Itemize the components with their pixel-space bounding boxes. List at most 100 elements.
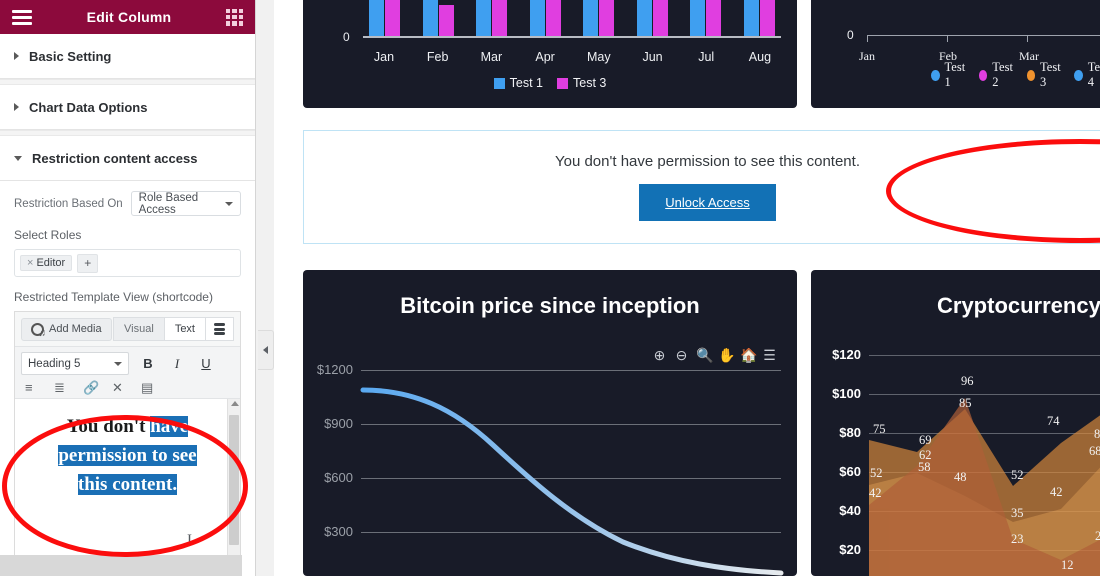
legend-item-test3[interactable]: Test 3 bbox=[1026, 60, 1064, 90]
bold-button[interactable]: B bbox=[138, 356, 158, 371]
data-label: 25 bbox=[1095, 529, 1100, 543]
text-cursor-icon: I bbox=[187, 532, 192, 548]
restricted-content-banner: You don't have permission to see this co… bbox=[303, 130, 1100, 244]
bar-group bbox=[743, 0, 775, 36]
format-select[interactable]: Heading 5 bbox=[21, 352, 129, 375]
permission-message: You don't have permission to see this co… bbox=[554, 153, 860, 170]
accordion-basic-setting[interactable]: Basic Setting bbox=[0, 34, 255, 79]
y-tick-0: 0 bbox=[847, 28, 854, 42]
restriction-based-on-row: Restriction Based On Role Based Access bbox=[14, 191, 241, 216]
numbered-list-icon[interactable]: ≣ bbox=[54, 380, 69, 395]
data-label: 35 bbox=[1011, 506, 1024, 520]
select-roles-label: Select Roles bbox=[14, 228, 82, 242]
bar-group bbox=[422, 0, 454, 36]
role-tag-editor[interactable]: × Editor bbox=[20, 255, 73, 271]
chevron-down-icon bbox=[114, 361, 122, 366]
bar-chart-axis bbox=[363, 36, 781, 38]
remove-tag-icon[interactable]: × bbox=[27, 257, 33, 269]
x-tick-aug: Aug bbox=[748, 50, 772, 64]
sidebar-header: Edit Column bbox=[0, 0, 255, 34]
data-label: 74 bbox=[1047, 414, 1060, 428]
editor-content-area[interactable]: You don't have permission to see this co… bbox=[15, 398, 240, 576]
y-tick-0: 0 bbox=[343, 30, 350, 44]
data-label: 96 bbox=[961, 374, 974, 388]
grid-apps-icon[interactable] bbox=[225, 8, 243, 26]
accordion-restriction-content-access[interactable]: Restriction content access bbox=[0, 136, 255, 181]
data-label: 48 bbox=[954, 470, 967, 484]
legend-item-test1[interactable]: Test 1 bbox=[931, 60, 968, 90]
edit-column-sidebar: Edit Column Basic Setting Chart Data Opt… bbox=[0, 0, 256, 576]
legend-item-test3[interactable]: Test 3 bbox=[557, 76, 606, 90]
unlock-access-button[interactable]: Unlock Access bbox=[639, 184, 776, 221]
scroll-up-icon[interactable] bbox=[231, 401, 239, 406]
accordion-label: Chart Data Options bbox=[29, 99, 148, 115]
editor-scrollbar[interactable] bbox=[227, 399, 240, 576]
list-view-icon[interactable] bbox=[205, 317, 234, 341]
hamburger-icon[interactable] bbox=[12, 9, 32, 25]
legend-dot-icon bbox=[1026, 69, 1036, 81]
insert-more-icon[interactable]: ✕ bbox=[112, 380, 127, 395]
accordion-label: Restriction content access bbox=[32, 150, 198, 166]
data-label: 42 bbox=[1050, 485, 1063, 499]
chart-card-monthly-bar[interactable]: 0 Jan Feb Mar Apr May Jun Jul Aug Test 1… bbox=[303, 0, 797, 108]
legend-item-test1[interactable]: Test 1 bbox=[493, 76, 543, 90]
data-label: 85 bbox=[959, 396, 972, 410]
x-tick-feb: Feb bbox=[426, 50, 449, 64]
data-label: 68 bbox=[1089, 444, 1100, 458]
editor-text[interactable]: You don't have permission to see this co… bbox=[15, 413, 240, 500]
bar-group bbox=[636, 0, 668, 36]
data-label: 58 bbox=[918, 460, 931, 474]
chart-card-bitcoin[interactable]: Bitcoin price since inception ⊕ ⊖ 🔍 ✋ 🏠 … bbox=[303, 270, 797, 576]
editor-mode-tabs: Visual Text bbox=[113, 317, 234, 341]
editor-top-bar: Add Media Visual Text bbox=[15, 312, 240, 346]
legend-swatch-icon bbox=[557, 77, 568, 89]
legend-item-test4[interactable]: Test 4 bbox=[1074, 60, 1100, 90]
data-label: 52 bbox=[870, 466, 883, 480]
bar-group bbox=[476, 0, 508, 36]
add-media-button[interactable]: Add Media bbox=[21, 317, 112, 341]
chart-card-cryptocurrency[interactable]: Cryptocurrency $120 $100 $80 $60 $40 $20… bbox=[811, 270, 1100, 576]
chart-card-quarterly-line[interactable]: 0 Jan Feb Mar Test 1 Test 2 Test 3 Te 4 bbox=[811, 0, 1100, 108]
legend-label: Test 4 bbox=[1087, 60, 1100, 89]
scrollbar-thumb[interactable] bbox=[229, 415, 239, 545]
legend-label: Test 1 bbox=[509, 76, 543, 90]
link-icon[interactable]: 🔗 bbox=[83, 380, 99, 395]
restriction-based-on-label: Restriction Based On bbox=[14, 197, 123, 210]
role-tag-label: Editor bbox=[36, 257, 66, 269]
restriction-based-on-select[interactable]: Role Based Access bbox=[130, 191, 241, 216]
bar-group bbox=[690, 0, 722, 36]
italic-button[interactable]: I bbox=[167, 356, 187, 372]
select-roles-input[interactable]: × Editor + bbox=[14, 249, 241, 277]
bar-chart-x-labels: Jan Feb Mar Apr May Jun Jul Aug bbox=[363, 50, 781, 64]
chevron-down-icon bbox=[225, 201, 233, 206]
main-canvas: 0 Jan Feb Mar Apr May Jun Jul Aug Test 1… bbox=[274, 0, 1100, 576]
tab-text[interactable]: Text bbox=[163, 317, 205, 341]
format-select-value: Heading 5 bbox=[28, 357, 81, 370]
legend-item-test2[interactable]: Test 2 bbox=[978, 60, 1016, 90]
line-chart-legend: Test 1 Test 2 Test 3 Test 4 bbox=[931, 60, 1100, 90]
data-label: 42 bbox=[869, 486, 882, 500]
accordion-chart-data-options[interactable]: Chart Data Options bbox=[0, 85, 255, 130]
data-label: 52 bbox=[1011, 468, 1024, 482]
add-role-button[interactable]: + bbox=[77, 253, 99, 273]
sidebar-collapse-handle[interactable] bbox=[258, 330, 274, 370]
wysiwyg-editor: Add Media Visual Text Heading 5 bbox=[14, 311, 241, 576]
bar-group bbox=[529, 0, 561, 36]
legend-dot-icon bbox=[1074, 69, 1083, 81]
x-tick-apr: Apr bbox=[535, 50, 555, 64]
legend-label: Test 1 bbox=[944, 60, 966, 89]
underline-button[interactable]: U bbox=[196, 356, 216, 371]
bar-group bbox=[369, 0, 400, 36]
restriction-panel: Restriction Based On Role Based Access S… bbox=[0, 181, 255, 576]
keyboard-shortcuts-icon[interactable]: ▤ bbox=[141, 380, 156, 395]
x-tick-jan: Jan bbox=[859, 49, 875, 63]
tab-visual[interactable]: Visual bbox=[113, 317, 164, 341]
data-label: 85 bbox=[1094, 427, 1100, 441]
page-title: Edit Column bbox=[86, 9, 172, 25]
x-tick-may: May bbox=[587, 50, 611, 64]
accordion-label: Basic Setting bbox=[29, 48, 112, 64]
editor-toolbar: Heading 5 B I U ≡ ≣ 🔗 ✕ ▤ bbox=[15, 346, 240, 398]
bulleted-list-icon[interactable]: ≡ bbox=[25, 380, 40, 395]
editor-text-unselected: You don't bbox=[66, 416, 151, 437]
add-media-icon bbox=[31, 322, 46, 339]
